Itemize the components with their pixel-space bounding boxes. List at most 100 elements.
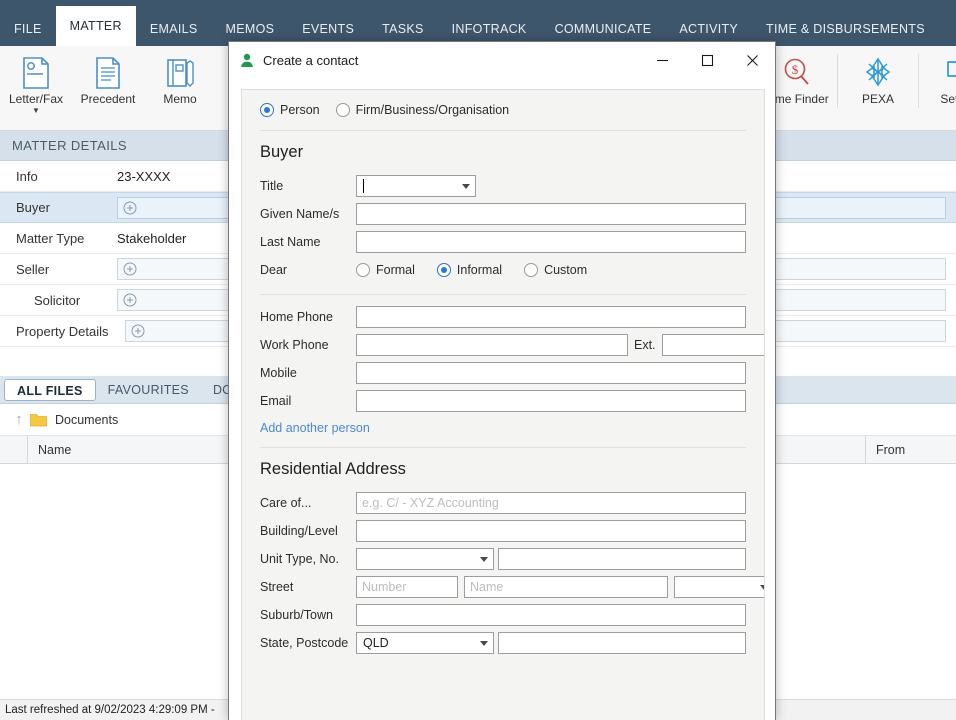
ribbon-button-letter-fax[interactable]: Letter/Fax ▼ [0, 46, 72, 115]
nav-tab-matter[interactable]: MATTER [55, 6, 136, 46]
unit-type-combobox[interactable] [356, 548, 494, 570]
chevron-down-icon[interactable]: ▼ [32, 107, 40, 115]
state-combobox[interactable]: QLD [356, 632, 494, 654]
maximize-icon [701, 54, 714, 67]
radio-firm-business-organisation[interactable]: Firm/Business/Organisation [335, 103, 510, 117]
radio-person[interactable]: Person [260, 103, 320, 117]
chevron-down-icon[interactable] [755, 584, 764, 590]
field-label-work-phone: Work Phone [260, 338, 329, 352]
tab-all-files[interactable]: ALL FILES [4, 378, 96, 401]
create-contact-dialog: Create a contact Person Firm/Business/Or… [228, 41, 776, 720]
dialog-content: Person Firm/Business/Organisation Buyer … [241, 89, 765, 720]
field-label-care-of: Care of... [260, 496, 312, 510]
street-number-input[interactable] [356, 576, 458, 598]
field-label-suburb: Suburb/Town [260, 608, 333, 622]
care-of-input[interactable] [356, 492, 746, 514]
plus-circle-icon [123, 293, 137, 307]
dialog-maximize-button[interactable] [685, 43, 730, 79]
radio-dear-custom[interactable]: Custom [524, 263, 587, 277]
dialog-title-bar[interactable]: Create a contact [229, 42, 775, 79]
building-level-input[interactable] [356, 520, 746, 542]
svg-text:$: $ [792, 62, 799, 77]
matter-detail-value: Stakeholder [117, 230, 187, 246]
grid-column-select [0, 435, 28, 464]
radio-person-label: Person [280, 103, 320, 117]
up-arrow-icon[interactable]: ↑ [8, 411, 30, 428]
chevron-down-icon[interactable] [457, 183, 475, 189]
grid-column-from[interactable]: From [866, 436, 956, 464]
time-finder-icon: $ [781, 53, 813, 93]
field-row-work-phone: Work Phone Ext. [242, 331, 764, 359]
field-label-ext: Ext. [634, 338, 656, 352]
street-name-input[interactable] [464, 576, 668, 598]
field-row-unit-type: Unit Type, No. [242, 545, 764, 573]
precedent-icon [93, 53, 123, 93]
email-input[interactable] [356, 390, 746, 412]
field-label-unit-type: Unit Type, No. [260, 552, 339, 566]
breadcrumb-current[interactable]: Documents [55, 413, 118, 427]
street-type-combobox[interactable] [674, 576, 764, 598]
radio-firm-indicator [335, 103, 350, 117]
plus-circle-icon [123, 262, 137, 276]
application-window: FILE MATTER EMAILS MEMOS EVENTS TASKS IN… [0, 0, 956, 720]
field-row-email: Email [242, 387, 764, 415]
given-names-input[interactable] [356, 203, 746, 225]
radio-dear-formal-indicator [356, 263, 370, 277]
ribbon-button-letter-fax-label: Letter/Fax [8, 92, 64, 106]
add-another-person-link[interactable]: Add another person [242, 415, 764, 439]
title-combobox[interactable] [356, 175, 476, 197]
radio-dear-informal[interactable]: Informal [436, 263, 503, 277]
radio-dear-informal-label: Informal [456, 263, 503, 277]
text-cursor [363, 179, 364, 193]
matter-detail-label: Solicitor [34, 292, 81, 308]
chevron-down-icon[interactable] [475, 556, 493, 562]
field-label-mobile: Mobile [260, 366, 297, 380]
work-phone-ext-input[interactable] [661, 334, 764, 356]
ribbon-button-settleit[interactable]: SettleIt [923, 46, 956, 106]
pexa-icon [863, 53, 893, 93]
field-row-care-of: Care of... [242, 489, 764, 517]
unit-number-input[interactable] [497, 548, 746, 570]
mobile-input[interactable] [356, 362, 746, 384]
field-row-dear: Dear Formal Informal Custom [242, 256, 764, 284]
last-name-input[interactable] [356, 231, 746, 253]
tab-favourites[interactable]: FAVOURITES [96, 379, 201, 401]
home-phone-input[interactable] [356, 306, 746, 328]
ribbon-button-pexa[interactable]: PEXA [842, 46, 914, 106]
work-phone-input[interactable] [356, 334, 628, 356]
chevron-down-icon[interactable] [475, 640, 493, 646]
field-row-street: Street [242, 573, 764, 601]
dialog-minimize-button[interactable] [640, 43, 685, 79]
nav-tab-time-disbursements[interactable]: TIME & DISBURSEMENTS [752, 12, 939, 46]
field-row-suburb: Suburb/Town [242, 601, 764, 629]
field-row-last-name: Last Name [242, 228, 764, 256]
postcode-input[interactable] [497, 632, 746, 654]
folder-icon [30, 413, 47, 426]
dialog-close-button[interactable] [730, 43, 775, 79]
radio-dear-custom-indicator [524, 263, 539, 277]
plus-circle-icon [131, 324, 145, 338]
field-row-home-phone: Home Phone [242, 303, 764, 331]
field-label-given-names: Given Name/s [260, 207, 340, 221]
main-navigation-bar: FILE MATTER EMAILS MEMOS EVENTS TASKS IN… [0, 0, 956, 46]
close-icon [747, 55, 758, 66]
radio-dear-formal[interactable]: Formal [356, 263, 415, 277]
person-icon [241, 53, 253, 67]
matter-detail-value: 23-XXXX [117, 168, 171, 184]
ribbon-button-memo[interactable]: Memo [144, 46, 216, 106]
suburb-input[interactable] [356, 604, 746, 626]
matter-detail-label: Matter Type [16, 230, 85, 246]
field-label-dear: Dear [260, 263, 288, 277]
radio-firm-label: Firm/Business/Organisation [355, 103, 510, 117]
nav-tab-emails[interactable]: EMAILS [136, 12, 212, 46]
state-combobox-value: QLD [363, 636, 389, 650]
plus-circle-icon [123, 201, 137, 214]
ribbon-button-precedent[interactable]: Precedent [72, 46, 144, 106]
entity-type-radio-group: Person Firm/Business/Organisation [242, 90, 764, 124]
ribbon-button-precedent-label: Precedent [80, 92, 136, 106]
field-label-title: Title [260, 179, 284, 193]
field-label-email: Email [260, 394, 292, 408]
field-label-street: Street [260, 580, 294, 594]
field-label-home-phone: Home Phone [260, 310, 333, 324]
nav-tab-file[interactable]: FILE [0, 12, 56, 46]
